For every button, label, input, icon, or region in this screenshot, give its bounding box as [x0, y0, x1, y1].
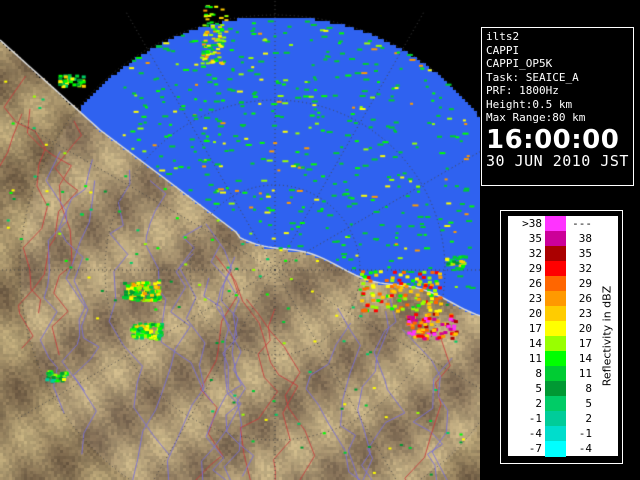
legend-upper-value: 32	[578, 262, 592, 275]
radar-info-panel: ilts2 CAPPI CAPPI_OP5K Task: SEAICE_A PR…	[481, 27, 634, 186]
legend-upper-value: 35	[578, 247, 592, 260]
legend-color-swatch	[545, 441, 566, 457]
legend-row: 8 11	[508, 366, 618, 382]
legend-upper-value: ---	[572, 217, 592, 230]
legend-lower-value: 5	[535, 382, 542, 395]
legend-lower-value: 29	[528, 262, 542, 275]
legend-row: -7 -4	[508, 441, 618, 457]
time-display: 16:00:00	[486, 124, 620, 155]
legend-upper-value: 11	[578, 367, 592, 380]
legend-color-swatch	[545, 321, 566, 337]
legend-upper-value: 23	[578, 307, 592, 320]
legend-lower-value: 2	[535, 397, 542, 410]
legend-lower-value: 11	[528, 352, 542, 365]
legend-color-swatch	[545, 411, 566, 427]
legend-upper-value: -4	[578, 442, 592, 455]
legend-row: 17 20	[508, 321, 618, 337]
product-name: CAPPI_OP5K	[486, 57, 553, 70]
legend-color-swatch	[545, 426, 566, 442]
legend-upper-value: 14	[578, 352, 592, 365]
legend-upper-value: 2	[585, 412, 592, 425]
legend-upper-value: 26	[578, 292, 592, 305]
legend-upper-value: 38	[578, 232, 592, 245]
legend-upper-value: 8	[585, 382, 592, 395]
legend-color-swatch	[545, 291, 566, 307]
legend-color-swatch	[545, 336, 566, 352]
task-label: Task: SEAICE_A	[486, 70, 579, 84]
radar-map	[0, 0, 480, 480]
reflectivity-legend: Reflectivity in dBZ >38 --- 35 38 32 35 29 32 26…	[500, 210, 623, 464]
legend-body: Reflectivity in dBZ >38 --- 35 38 32 35 29 32 26…	[508, 216, 618, 457]
legend-lower-value: 17	[528, 322, 542, 335]
prf-label: PRF: 1800Hz	[486, 84, 559, 97]
legend-row: 26 29	[508, 276, 618, 292]
legend-lower-value: 26	[528, 277, 542, 290]
legend-row: -4 -1	[508, 426, 618, 442]
legend-upper-value: 17	[578, 337, 592, 350]
legend-color-swatch	[545, 381, 566, 397]
legend-color-swatch	[545, 216, 566, 232]
site-name: ilts2	[486, 30, 520, 43]
legend-row: -1 2	[508, 411, 618, 427]
legend-color-swatch	[545, 261, 566, 277]
legend-lower-value: >38	[522, 217, 542, 230]
legend-color-swatch	[545, 231, 566, 247]
legend-color-swatch	[545, 246, 566, 262]
legend-lower-value: 14	[528, 337, 542, 350]
max-range-label: Max Range:80 km	[486, 111, 586, 124]
legend-color-swatch	[545, 276, 566, 292]
legend-upper-value: -1	[578, 427, 592, 440]
legend-lower-value: 32	[528, 247, 542, 260]
legend-upper-value: 5	[585, 397, 592, 410]
legend-row: 23 26	[508, 291, 618, 307]
legend-row: >38 ---	[508, 216, 618, 232]
product-type: CAPPI	[486, 43, 520, 57]
legend-row: 35 38	[508, 231, 618, 247]
date-display: 30 JUN 2010 JST	[486, 151, 629, 170]
legend-row: 32 35	[508, 246, 618, 262]
legend-upper-value: 29	[578, 277, 592, 290]
legend-lower-value: 20	[528, 307, 542, 320]
legend-color-swatch	[545, 351, 566, 367]
legend-lower-value: -1	[528, 412, 542, 425]
legend-color-swatch	[545, 306, 566, 322]
legend-lower-value: 35	[528, 232, 542, 245]
legend-upper-value: 20	[578, 322, 592, 335]
legend-row: 14 17	[508, 336, 618, 352]
legend-row: 25	[508, 396, 618, 412]
legend-row: 11 14	[508, 351, 618, 367]
height-label: Height:0.5 km	[486, 97, 573, 111]
legend-row: 20 23	[508, 306, 618, 322]
legend-lower-value: 8	[535, 367, 542, 380]
legend-row: 58	[508, 381, 618, 397]
legend-row: 29 32	[508, 261, 618, 277]
legend-color-swatch	[545, 366, 566, 382]
legend-lower-value: -7	[528, 442, 542, 455]
legend-lower-value: 23	[528, 292, 542, 305]
legend-lower-value: -4	[528, 427, 542, 440]
legend-color-swatch	[545, 396, 566, 412]
